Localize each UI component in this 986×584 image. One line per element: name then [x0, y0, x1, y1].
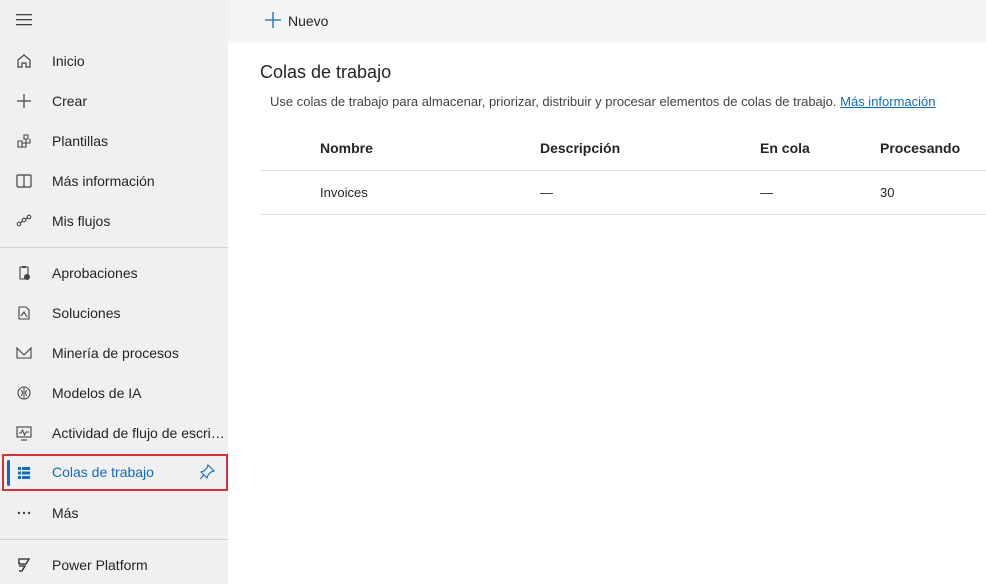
sidebar-item-mis-flujos[interactable]: Mis flujos	[0, 201, 228, 241]
cell-descripcion: —	[540, 185, 553, 200]
templates-icon	[14, 131, 34, 151]
power-platform-icon	[14, 555, 34, 575]
sidebar-item-inicio[interactable]: Inicio	[0, 41, 228, 81]
sidebar-item-label: Mis flujos	[52, 213, 111, 229]
sidebar-item-label: Soluciones	[52, 305, 121, 321]
command-bar: Nuevo	[228, 0, 986, 43]
plus-icon	[14, 91, 34, 111]
process-mining-icon	[14, 343, 34, 363]
flow-icon	[14, 211, 34, 231]
page-description: Use colas de trabajo para almacenar, pri…	[270, 94, 936, 109]
table-row[interactable]: Invoices — — 30	[260, 171, 986, 215]
sidebar-item-label: Aprobaciones	[52, 265, 138, 281]
sidebar-item-label: Modelos de IA	[52, 385, 142, 401]
solutions-icon	[14, 303, 34, 323]
sidebar-item-mas-informacion[interactable]: Más información	[0, 161, 228, 201]
description-text: Use colas de trabajo para almacenar, pri…	[270, 94, 837, 109]
sidebar-item-mineria-de-procesos[interactable]: Minería de procesos	[0, 333, 228, 373]
sidebar-item-power-platform[interactable]: Power Platform	[0, 545, 228, 584]
pin-icon[interactable]	[198, 463, 216, 481]
sidebar-item-aprobaciones[interactable]: Aprobaciones	[0, 253, 228, 293]
hamburger-menu-icon[interactable]	[14, 11, 34, 29]
sidebar-item-label: Plantillas	[52, 133, 109, 149]
column-header-descripcion[interactable]: Descripción	[540, 126, 620, 171]
column-header-en-cola[interactable]: En cola	[760, 126, 810, 171]
cell-nombre[interactable]: Invoices	[320, 171, 368, 215]
work-queues-icon	[14, 463, 34, 483]
sidebar-item-label: Más	[52, 505, 79, 521]
cell-en-cola: —	[760, 185, 773, 200]
sidebar-item-label: Actividad de flujo de escritorio	[52, 425, 228, 441]
desktop-activity-icon	[14, 423, 34, 443]
active-indicator	[7, 460, 10, 486]
sidebar-item-label: Colas de trabajo	[52, 464, 154, 480]
work-queues-table: Nombre Descripción En cola Procesando In…	[260, 126, 986, 215]
home-icon	[14, 51, 34, 71]
sidebar-item-modelos-de-ia[interactable]: Modelos de IA	[0, 373, 228, 413]
ai-models-icon	[14, 383, 34, 403]
new-button-label: Nuevo	[288, 13, 329, 29]
page-title: Colas de trabajo	[260, 62, 392, 82]
table-header: Nombre Descripción En cola Procesando	[260, 126, 986, 171]
sidebar-item-label: Minería de procesos	[52, 345, 179, 361]
more-info-link[interactable]: Más información	[840, 94, 935, 109]
column-header-procesando[interactable]: Procesando	[880, 126, 960, 171]
sidebar-item-plantillas[interactable]: Plantillas	[0, 121, 228, 161]
sidebar-item-label: Más información	[52, 173, 155, 189]
sidebar-item-colas-de-trabajo[interactable]: Colas de trabajo	[2, 454, 228, 491]
book-icon	[14, 171, 34, 191]
sidebar-item-soluciones[interactable]: Soluciones	[0, 293, 228, 333]
more-icon	[14, 503, 34, 523]
sidebar-item-label: Inicio	[52, 53, 85, 69]
plus-icon	[264, 11, 282, 32]
column-header-nombre[interactable]: Nombre	[320, 126, 373, 171]
sidebar-item-crear[interactable]: Crear	[0, 81, 228, 121]
new-button[interactable]: Nuevo	[264, 10, 328, 32]
sidebar: Inicio Crear Plantillas Más información …	[0, 0, 228, 584]
sidebar-item-label: Crear	[52, 93, 88, 109]
sidebar-item-mas[interactable]: Más	[0, 493, 228, 533]
cell-procesando: 30	[880, 185, 895, 200]
sidebar-item-label: Power Platform	[52, 557, 148, 573]
sidebar-divider	[0, 247, 228, 248]
sidebar-item-actividad-flujo-escritorio[interactable]: Actividad de flujo de escritorio	[0, 413, 228, 453]
sidebar-divider	[0, 539, 228, 540]
approvals-icon	[14, 263, 34, 283]
